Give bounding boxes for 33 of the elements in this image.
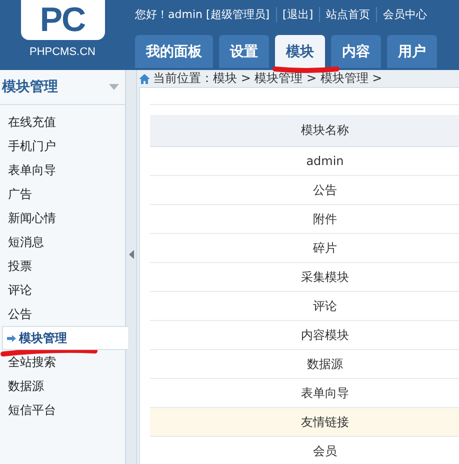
nav-tab[interactable]: 我的面板 bbox=[135, 35, 213, 68]
sidebar-item[interactable]: 新闻心情 bbox=[0, 206, 125, 230]
table-cell: 友情链接 bbox=[150, 408, 459, 437]
sidebar-item[interactable]: 投票 bbox=[0, 254, 125, 278]
sidebar-item[interactable]: 表单向导 bbox=[0, 158, 125, 182]
collapse-icon[interactable] bbox=[128, 250, 134, 259]
sidebar-item[interactable]: 广告 bbox=[0, 182, 125, 206]
nav-tab[interactable]: 设置 bbox=[219, 35, 269, 68]
top-link[interactable]: [退出] bbox=[276, 6, 320, 22]
column-header: 模块名称 bbox=[150, 115, 459, 147]
sidebar-item[interactable]: 数据源 bbox=[0, 374, 125, 398]
nav-tab[interactable]: 模块 bbox=[275, 35, 325, 68]
sidebar-item[interactable]: 手机门户 bbox=[0, 134, 125, 158]
sidebar-item[interactable]: 全站搜索 bbox=[0, 350, 125, 374]
user-greeting: 您好！admin [超级管理员] bbox=[135, 6, 271, 22]
sidebar-item[interactable]: 短消息 bbox=[0, 230, 125, 254]
sidebar-item[interactable]: 模块管理 bbox=[2, 326, 128, 350]
sidebar-title: 模块管理 bbox=[2, 78, 58, 96]
annotation-stroke bbox=[272, 66, 340, 74]
home-icon[interactable] bbox=[139, 74, 150, 84]
arrow-icon bbox=[7, 334, 16, 342]
site-name: PHPCMS.CN bbox=[29, 46, 96, 58]
sidebar-item[interactable]: 公告 bbox=[0, 302, 125, 326]
nav-tab[interactable]: 用户 bbox=[387, 35, 437, 68]
top-link[interactable]: 站点首页 bbox=[319, 6, 376, 22]
nav-tab[interactable]: 内容 bbox=[331, 35, 381, 68]
breadcrumb: 当前位置：模块 > 模块管理 > 模块管理 > bbox=[153, 70, 382, 87]
sidebar-item[interactable]: 在线充值 bbox=[0, 110, 125, 134]
logo: PC bbox=[20, 0, 104, 40]
top-link[interactable]: 会员中心 bbox=[376, 6, 434, 22]
sidebar-item[interactable]: 评论 bbox=[0, 278, 125, 302]
sidebar-item[interactable]: 短信平台 bbox=[0, 398, 125, 422]
caret-icon[interactable] bbox=[109, 84, 119, 90]
